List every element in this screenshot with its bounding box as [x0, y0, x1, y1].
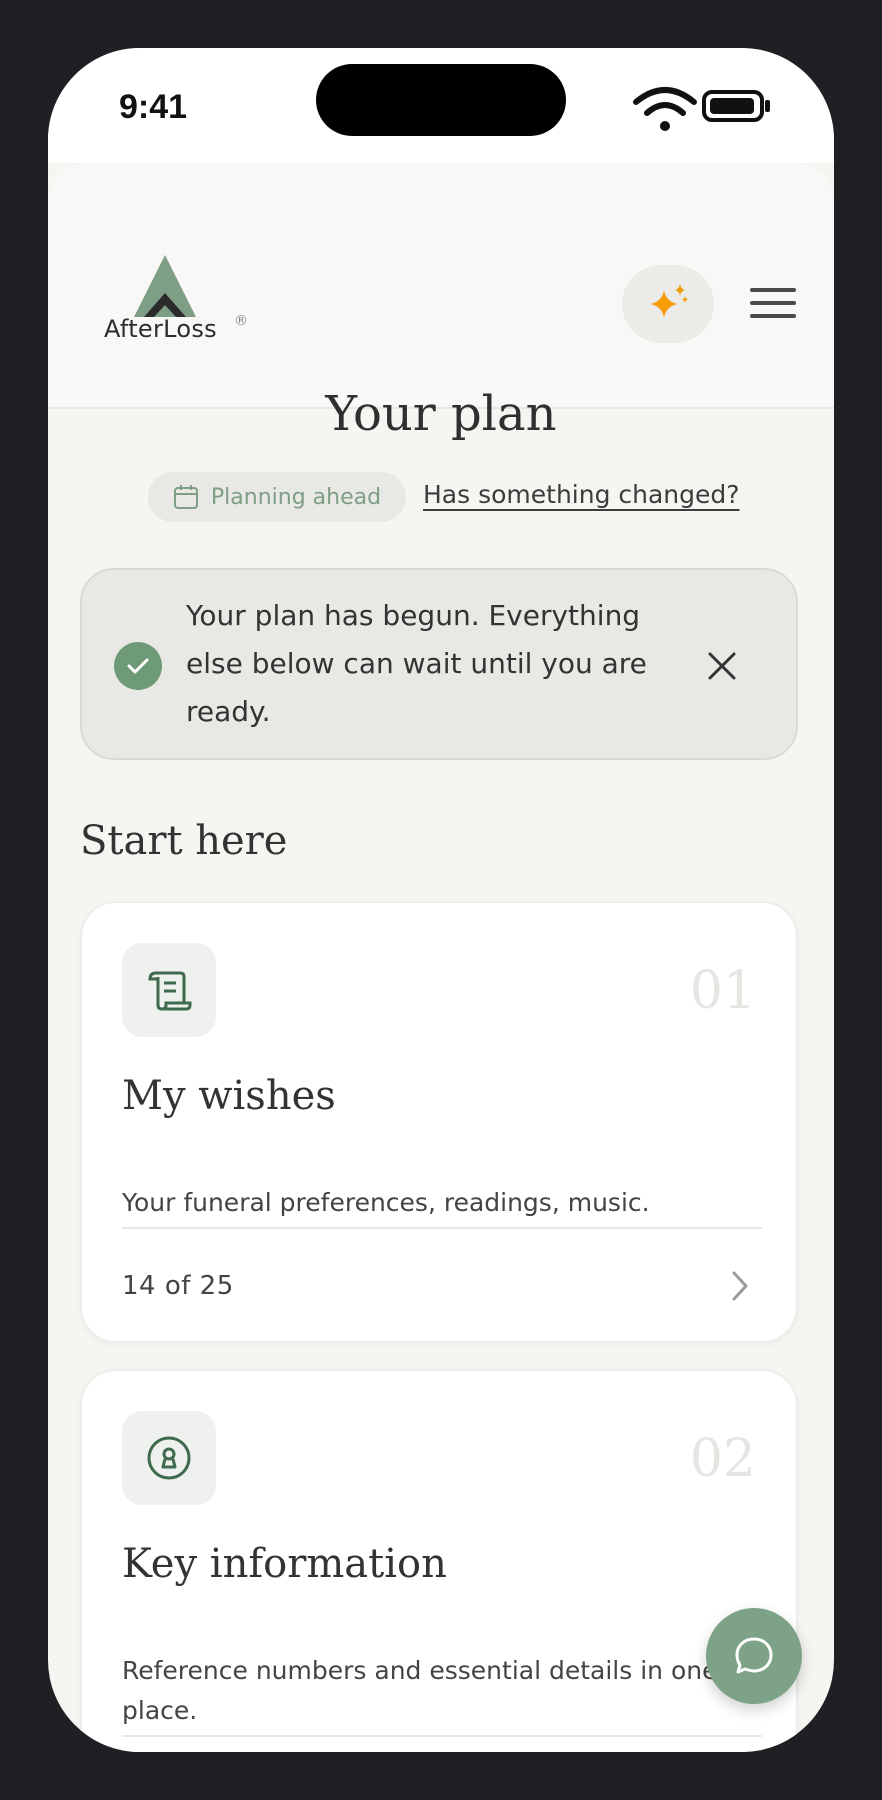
- calendar-icon: [173, 485, 198, 509]
- scroll-icon: [122, 943, 216, 1037]
- card-progress: 14 of 25: [122, 1271, 234, 1301]
- notice-text: Your plan has begun. Everything else bel…: [186, 599, 647, 728]
- brand-logo[interactable]: AfterLoss ®: [104, 255, 264, 355]
- chevron-right-icon: [732, 1271, 748, 1301]
- hamburger-icon: [750, 288, 796, 292]
- battery-icon: [702, 90, 770, 122]
- keyhole-icon: [122, 1411, 216, 1505]
- wifi-icon: [633, 87, 697, 131]
- card-key-information[interactable]: 02 Key information Reference numbers and…: [80, 1369, 798, 1752]
- sparkle-icon: [650, 284, 688, 318]
- logo-mark-icon: [134, 255, 196, 317]
- ai-assistant-button[interactable]: [622, 265, 714, 343]
- stage-chip[interactable]: Planning ahead: [148, 472, 406, 522]
- screen: 9:41 AfterLoss ® Your plan Planning ahea…: [48, 48, 834, 1752]
- card-description: Your funeral preferences, readings, musi…: [122, 1183, 762, 1229]
- app-header: AfterLoss ®: [48, 163, 834, 409]
- chat-bubble-icon: [735, 1637, 773, 1674]
- stage-chip-label: Planning ahead: [210, 484, 382, 510]
- page-title: Your plan: [325, 386, 557, 442]
- brand-name: AfterLoss: [104, 315, 217, 343]
- card-number: 02: [689, 1429, 756, 1489]
- status-time: 9:41: [119, 88, 188, 126]
- status-bar: 9:41: [48, 48, 834, 163]
- section-heading: Start here: [80, 818, 288, 864]
- card-title: My wishes: [122, 1073, 336, 1119]
- phone-frame: 9:41 AfterLoss ® Your plan Planning ahea…: [0, 0, 882, 1800]
- plan-begun-notice: Your plan has begun. Everything else bel…: [80, 568, 798, 760]
- check-circle-icon: [114, 642, 162, 690]
- chat-button[interactable]: [706, 1608, 802, 1704]
- card-my-wishes[interactable]: 01 My wishes Your funeral preferences, r…: [80, 901, 798, 1343]
- card-number: 01: [689, 961, 756, 1021]
- card-title: Key information: [122, 1541, 447, 1587]
- registered-mark: ®: [234, 313, 248, 329]
- dynamic-island: [316, 64, 566, 136]
- menu-button[interactable]: [750, 273, 796, 333]
- has-something-changed-link[interactable]: Has something changed?: [423, 480, 740, 509]
- close-icon[interactable]: [702, 646, 742, 686]
- card-description: Reference numbers and essential details …: [122, 1651, 762, 1737]
